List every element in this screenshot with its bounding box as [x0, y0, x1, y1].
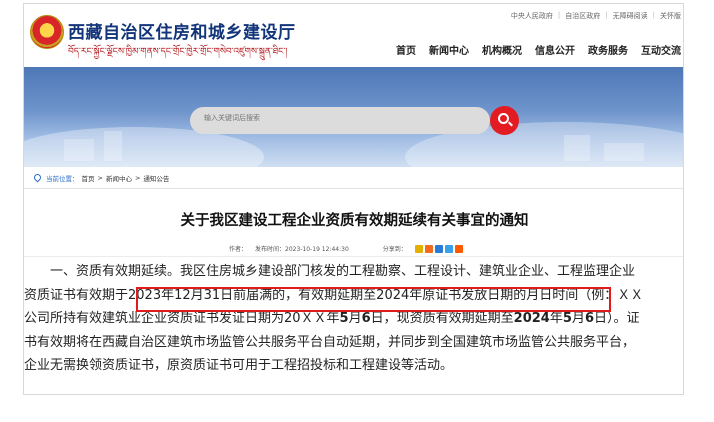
nav-organization[interactable]: 机构概况 — [482, 42, 522, 57]
search-button[interactable] — [490, 106, 519, 135]
body-text-fragment: 公司所持有效建筑业企业资质证书发证日期为20ＸＸ年 — [24, 311, 340, 326]
link-central-gov[interactable]: 中央人民政府 — [511, 11, 553, 21]
breadcrumb: 当前位置： 首页 > 新闻中心 > 通知公告 — [24, 167, 683, 189]
link-accessibility[interactable]: 无障碍阅读 — [613, 11, 648, 21]
meta-divider — [24, 256, 683, 257]
nav-news[interactable]: 新闻中心 — [429, 42, 469, 57]
main-nav: 首页 新闻中心 机构概况 信息公开 政务服务 互动交流 — [396, 42, 681, 57]
bold-number: 5 — [562, 311, 572, 326]
separator: | — [652, 11, 655, 19]
search-banner — [24, 67, 683, 167]
share-renren-icon[interactable] — [434, 244, 443, 253]
share-tencent-icon[interactable] — [444, 244, 453, 253]
article-meta: 作者： 发布时间：2023-10-19 12:44:30 分享到： — [229, 244, 463, 253]
published-label-text: 发布时间： — [255, 246, 286, 253]
body-text-fragment: 月 — [348, 311, 362, 326]
breadcrumb-news[interactable]: 新闻中心 — [106, 173, 132, 183]
nav-disclosure[interactable]: 信息公开 — [535, 42, 575, 57]
site-title[interactable]: 西藏自治区住房和城乡建设厅 — [68, 18, 296, 43]
link-region-gov[interactable]: 自治区政府 — [565, 11, 600, 21]
banner-decoration — [564, 135, 590, 161]
article-title: 关于我区建设工程企业资质有效期延续有关事宜的通知 — [180, 213, 529, 229]
search-input[interactable] — [204, 114, 464, 122]
body-text-fragment: 日，现资质有效期延期至 — [370, 311, 514, 326]
share-weibo-icon[interactable] — [424, 244, 433, 253]
body-text-fragment: 月 — [571, 311, 585, 326]
search-icon-handle — [508, 121, 513, 127]
separator: | — [557, 11, 561, 19]
breadcrumb-separator: > — [134, 173, 141, 182]
breadcrumb-notices[interactable]: 通知公告 — [143, 173, 169, 183]
nav-interaction[interactable]: 互动交流 — [641, 42, 681, 57]
search-box — [190, 107, 490, 134]
top-links: 中央人民政府 | 自治区政府 | 无障碍阅读 | 关怀版 — [511, 11, 681, 21]
nav-services[interactable]: 政务服务 — [588, 42, 628, 57]
body-text-fragment: 日）。证 — [593, 311, 640, 326]
share-qzone-icon[interactable] — [414, 244, 423, 253]
breadcrumb-label: 当前位置： — [46, 174, 79, 183]
body-text-fragment: 年 — [549, 311, 563, 326]
red-highlight-box — [136, 287, 611, 312]
body-line: 企业无需换领资质证书，原资质证书可用于工程招投标和工程建设等活动。 — [24, 358, 454, 373]
breadcrumb-separator: > — [97, 173, 103, 182]
location-pin-icon — [32, 172, 43, 183]
body-line: 书有效期将在西藏自治区建筑市场监管公共服务平台自动延期，并同步到全国建筑市场监管… — [24, 334, 636, 350]
nav-home[interactable]: 首页 — [396, 42, 416, 57]
bold-number: 2024 — [513, 311, 550, 326]
browser-page: 中央人民政府 | 自治区政府 | 无障碍阅读 | 关怀版 西藏自治区住房和城乡建… — [23, 3, 684, 395]
body-line: 一、资质有效期延续。我区住房城乡建设部门核发的工程勘察、工程设计、建筑业企业、工… — [50, 264, 636, 279]
site-subtitle-tibetan: བོད་རང་སྐྱོང་ལྗོངས་ཁྱིམ་གནས་དང་གྲོང་ཁྱེར… — [68, 47, 288, 57]
share-label: 分享到： — [382, 246, 407, 253]
body-text-fragment: 资质证书有效期于 — [24, 287, 129, 303]
national-emblem-icon — [30, 15, 64, 49]
link-care-version[interactable]: 关怀版 — [660, 11, 681, 21]
banner-decoration — [604, 143, 644, 161]
bold-number: 6 — [361, 311, 371, 326]
bold-number: 6 — [584, 311, 594, 326]
published-label: 发布时间：2023-10-19 12:44:30 — [255, 244, 349, 253]
banner-decoration — [104, 131, 122, 161]
share-more-icon[interactable] — [454, 244, 463, 253]
breadcrumb-home[interactable]: 首页 — [82, 173, 95, 183]
article-body: 一、资质有效期延续。我区住房城乡建设部门核发的工程勘察、工程设计、建筑业企业、工… — [24, 260, 683, 378]
author-label: 作者： — [229, 246, 248, 253]
share-icons — [414, 244, 463, 253]
published-value: 2023-10-19 12:44:30 — [285, 246, 349, 253]
bold-number: 5 — [339, 311, 349, 326]
separator: | — [605, 11, 608, 19]
banner-decoration — [64, 139, 94, 161]
